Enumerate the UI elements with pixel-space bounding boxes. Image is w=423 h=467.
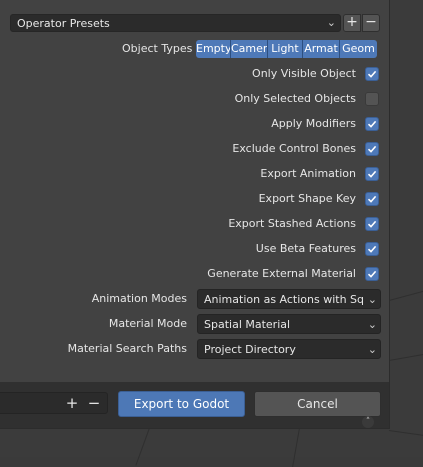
animation-modes-dropdown[interactable]: Animation as Actions with Squash ⌄: [197, 289, 381, 309]
object-type-camera[interactable]: Camer: [231, 40, 268, 58]
viewport-grid-line: [135, 427, 150, 466]
animation-modes-label: Animation Modes: [91, 292, 187, 305]
checkmark-icon: [367, 120, 377, 128]
animation-modes-value: Animation as Actions with Squash: [204, 293, 364, 306]
material-search-paths-label: Material Search Paths: [67, 342, 187, 355]
generate-external-material-label: Generate External Material: [207, 267, 356, 280]
object-type-geometry[interactable]: Geom: [340, 40, 377, 58]
object-type-armature[interactable]: Armat: [303, 40, 340, 58]
minus-icon: −: [87, 394, 101, 412]
object-types-toggle-group: Empty Camer Light Armat Geom: [196, 40, 377, 58]
checkmark-icon: [367, 170, 377, 178]
material-search-paths-value: Project Directory: [204, 343, 296, 356]
use-beta-features-row: Use Beta Features: [0, 240, 389, 258]
exclude-control-bones-checkbox[interactable]: [365, 142, 379, 156]
only-visible-object-row: Only Visible Object: [0, 65, 389, 83]
checkmark-icon: [367, 270, 377, 278]
export-shape-key-label: Export Shape Key: [258, 192, 356, 205]
only-visible-object-checkbox[interactable]: [365, 67, 379, 81]
material-mode-dropdown[interactable]: Spatial Material ⌄: [197, 314, 381, 334]
operator-presets-dropdown[interactable]: Operator Presets ⌄: [10, 14, 341, 32]
object-type-light[interactable]: Light: [268, 40, 303, 58]
object-type-empty[interactable]: Empty: [196, 40, 231, 58]
checkmark-icon: [367, 220, 377, 228]
generate-external-material-row: Generate External Material: [0, 265, 389, 283]
export-stashed-actions-checkbox[interactable]: [365, 217, 379, 231]
add-preset-button[interactable]: +: [343, 14, 361, 32]
export-options-panel: Operator Presets ⌄ + − Object Types Empt…: [0, 0, 390, 429]
export-to-godot-button[interactable]: Export to Godot: [118, 391, 245, 417]
export-stashed-actions-row: Export Stashed Actions: [0, 215, 389, 233]
footer-remove-button[interactable]: −: [86, 394, 102, 412]
material-search-paths-dropdown[interactable]: Project Directory ⌄: [197, 339, 381, 359]
footer-add-button[interactable]: +: [64, 394, 80, 412]
use-beta-features-checkbox[interactable]: [365, 242, 379, 256]
object-types-label: Object Types: [122, 42, 193, 55]
only-selected-objects-label: Only Selected Objects: [234, 92, 356, 105]
export-stashed-actions-label: Export Stashed Actions: [228, 217, 356, 230]
only-visible-object-label: Only Visible Object: [252, 67, 356, 80]
chevron-down-icon: ⌄: [367, 318, 377, 331]
use-beta-features-label: Use Beta Features: [255, 242, 356, 255]
export-animation-label: Export Animation: [260, 167, 356, 180]
viewport-grid-line: [292, 427, 300, 467]
material-search-paths-row: Material Search Paths Project Directory …: [0, 339, 389, 359]
viewport-grid-line: [389, 349, 423, 361]
generate-external-material-checkbox[interactable]: [365, 267, 379, 281]
minus-icon: −: [365, 14, 377, 30]
apply-modifiers-row: Apply Modifiers: [0, 115, 389, 133]
viewport-grid-line: [389, 284, 423, 301]
only-selected-objects-checkbox[interactable]: [365, 92, 379, 106]
material-mode-label: Material Mode: [108, 317, 187, 330]
chevron-down-icon: ⌄: [367, 343, 377, 356]
export-shape-key-row: Export Shape Key: [0, 190, 389, 208]
chevron-up-icon[interactable]: ˄: [362, 416, 374, 428]
animation-modes-row: Animation Modes Animation as Actions wit…: [0, 289, 389, 309]
apply-modifiers-label: Apply Modifiers: [271, 117, 356, 130]
exclude-control-bones-label: Exclude Control Bones: [232, 142, 356, 155]
material-mode-row: Material Mode Spatial Material ⌄: [0, 314, 389, 334]
operator-presets-label: Operator Presets: [17, 17, 110, 30]
viewport-grid-line: [388, 430, 423, 440]
checkmark-icon: [367, 145, 377, 153]
export-animation-checkbox[interactable]: [365, 167, 379, 181]
checkmark-icon: [367, 70, 377, 78]
checkmark-icon: [367, 195, 377, 203]
export-animation-row: Export Animation: [0, 165, 389, 183]
remove-preset-button[interactable]: −: [362, 14, 380, 32]
plus-icon: +: [65, 394, 79, 412]
cancel-button[interactable]: Cancel: [254, 391, 381, 417]
only-selected-objects-row: Only Selected Objects: [0, 90, 389, 108]
plus-icon: +: [346, 14, 358, 30]
export-shape-key-checkbox[interactable]: [365, 192, 379, 206]
chevron-down-icon: ⌄: [367, 293, 377, 306]
material-mode-value: Spatial Material: [204, 318, 291, 331]
checkmark-icon: [367, 245, 377, 253]
apply-modifiers-checkbox[interactable]: [365, 117, 379, 131]
exclude-control-bones-row: Exclude Control Bones: [0, 140, 389, 158]
chevron-down-icon: ⌄: [326, 16, 336, 29]
